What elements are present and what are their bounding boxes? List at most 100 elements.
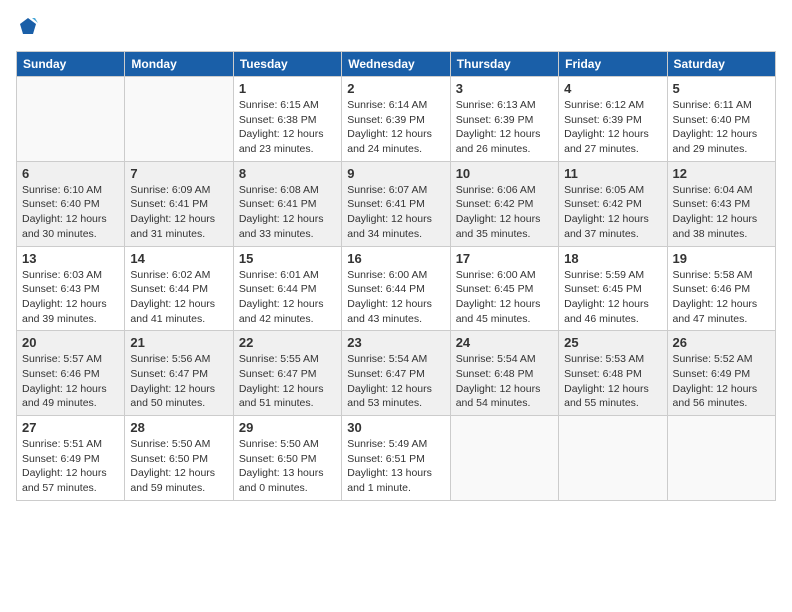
day-info: Sunrise: 6:10 AMSunset: 6:40 PMDaylight:… xyxy=(22,183,119,242)
logo-icon xyxy=(18,16,38,36)
day-info: Sunrise: 6:04 AMSunset: 6:43 PMDaylight:… xyxy=(673,183,770,242)
day-number: 2 xyxy=(347,81,444,96)
day-info: Sunrise: 5:59 AMSunset: 6:45 PMDaylight:… xyxy=(564,268,661,327)
weekday-header-wednesday: Wednesday xyxy=(342,52,450,77)
calendar-cell: 2 Sunrise: 6:14 AMSunset: 6:39 PMDaylight… xyxy=(342,77,450,162)
calendar-cell: 11 Sunrise: 6:05 AMSunset: 6:42 PMDayligh… xyxy=(559,161,667,246)
day-info: Sunrise: 6:02 AMSunset: 6:44 PMDaylight:… xyxy=(130,268,227,327)
calendar-week-row: 27 Sunrise: 5:51 AMSunset: 6:49 PMDayligh… xyxy=(17,416,776,501)
day-number: 18 xyxy=(564,251,661,266)
calendar-cell: 27 Sunrise: 5:51 AMSunset: 6:49 PMDayligh… xyxy=(17,416,125,501)
calendar-cell: 5Sunrise: 6:11 AMSunset: 6:40 PMDaylight… xyxy=(667,77,775,162)
calendar-cell: 21 Sunrise: 5:56 AMSunset: 6:47 PMDayligh… xyxy=(125,331,233,416)
calendar: SundayMondayTuesdayWednesdayThursdayFrid… xyxy=(16,51,776,501)
weekday-header-saturday: Saturday xyxy=(667,52,775,77)
day-number: 12 xyxy=(673,166,770,181)
day-number: 10 xyxy=(456,166,553,181)
day-info: Sunrise: 6:03 AMSunset: 6:43 PMDaylight:… xyxy=(22,268,119,327)
calendar-cell: 8 Sunrise: 6:08 AMSunset: 6:41 PMDaylight… xyxy=(233,161,341,246)
day-info: Sunrise: 5:53 AMSunset: 6:48 PMDaylight:… xyxy=(564,352,661,411)
calendar-cell: 20Sunrise: 5:57 AMSunset: 6:46 PMDayligh… xyxy=(17,331,125,416)
calendar-cell: 7 Sunrise: 6:09 AMSunset: 6:41 PMDaylight… xyxy=(125,161,233,246)
day-info: Sunrise: 6:09 AMSunset: 6:41 PMDaylight:… xyxy=(130,183,227,242)
day-number: 30 xyxy=(347,420,444,435)
day-number: 28 xyxy=(130,420,227,435)
day-info: Sunrise: 5:52 AMSunset: 6:49 PMDaylight:… xyxy=(673,352,770,411)
calendar-cell: 4 Sunrise: 6:12 AMSunset: 6:39 PMDaylight… xyxy=(559,77,667,162)
calendar-cell: 22 Sunrise: 5:55 AMSunset: 6:47 PMDayligh… xyxy=(233,331,341,416)
calendar-cell: 3Sunrise: 6:13 AMSunset: 6:39 PMDaylight… xyxy=(450,77,558,162)
day-number: 23 xyxy=(347,335,444,350)
calendar-cell: 30 Sunrise: 5:49 AMSunset: 6:51 PMDayligh… xyxy=(342,416,450,501)
calendar-week-row: 6 Sunrise: 6:10 AMSunset: 6:40 PMDaylight… xyxy=(17,161,776,246)
calendar-cell: 14 Sunrise: 6:02 AMSunset: 6:44 PMDayligh… xyxy=(125,246,233,331)
calendar-cell: 9Sunrise: 6:07 AMSunset: 6:41 PMDaylight… xyxy=(342,161,450,246)
calendar-cell xyxy=(125,77,233,162)
calendar-cell: 12 Sunrise: 6:04 AMSunset: 6:43 PMDayligh… xyxy=(667,161,775,246)
day-number: 15 xyxy=(239,251,336,266)
day-number: 29 xyxy=(239,420,336,435)
calendar-cell: 15 Sunrise: 6:01 AMSunset: 6:44 PMDayligh… xyxy=(233,246,341,331)
day-number: 11 xyxy=(564,166,661,181)
calendar-week-row: 20Sunrise: 5:57 AMSunset: 6:46 PMDayligh… xyxy=(17,331,776,416)
calendar-cell xyxy=(450,416,558,501)
day-number: 7 xyxy=(130,166,227,181)
calendar-cell: 26 Sunrise: 5:52 AMSunset: 6:49 PMDayligh… xyxy=(667,331,775,416)
weekday-header-monday: Monday xyxy=(125,52,233,77)
calendar-cell: 1 Sunrise: 6:15 AMSunset: 6:38 PMDaylight… xyxy=(233,77,341,162)
day-info: Sunrise: 5:58 AMSunset: 6:46 PMDaylight:… xyxy=(673,268,770,327)
weekday-header-friday: Friday xyxy=(559,52,667,77)
calendar-cell xyxy=(667,416,775,501)
day-info: Sunrise: 6:08 AMSunset: 6:41 PMDaylight:… xyxy=(239,183,336,242)
calendar-cell: 17Sunrise: 6:00 AMSunset: 6:45 PMDayligh… xyxy=(450,246,558,331)
day-info: Sunrise: 5:51 AMSunset: 6:49 PMDaylight:… xyxy=(22,437,119,496)
day-number: 4 xyxy=(564,81,661,96)
calendar-cell xyxy=(17,77,125,162)
calendar-week-row: 1 Sunrise: 6:15 AMSunset: 6:38 PMDaylight… xyxy=(17,77,776,162)
day-number: 22 xyxy=(239,335,336,350)
logo xyxy=(16,16,38,41)
calendar-cell: 6 Sunrise: 6:10 AMSunset: 6:40 PMDaylight… xyxy=(17,161,125,246)
calendar-cell: 13 Sunrise: 6:03 AMSunset: 6:43 PMDayligh… xyxy=(17,246,125,331)
day-info: Sunrise: 6:01 AMSunset: 6:44 PMDaylight:… xyxy=(239,268,336,327)
day-info: Sunrise: 5:49 AMSunset: 6:51 PMDaylight:… xyxy=(347,437,444,496)
calendar-week-row: 13 Sunrise: 6:03 AMSunset: 6:43 PMDayligh… xyxy=(17,246,776,331)
calendar-cell: 29 Sunrise: 5:50 AMSunset: 6:50 PMDayligh… xyxy=(233,416,341,501)
day-info: Sunrise: 6:05 AMSunset: 6:42 PMDaylight:… xyxy=(564,183,661,242)
day-number: 6 xyxy=(22,166,119,181)
day-number: 14 xyxy=(130,251,227,266)
day-info: Sunrise: 6:06 AMSunset: 6:42 PMDaylight:… xyxy=(456,183,553,242)
day-info: Sunrise: 5:55 AMSunset: 6:47 PMDaylight:… xyxy=(239,352,336,411)
day-number: 9 xyxy=(347,166,444,181)
day-info: Sunrise: 6:14 AMSunset: 6:39 PMDaylight:… xyxy=(347,98,444,157)
calendar-cell: 10 Sunrise: 6:06 AMSunset: 6:42 PMDayligh… xyxy=(450,161,558,246)
calendar-cell: 19 Sunrise: 5:58 AMSunset: 6:46 PMDayligh… xyxy=(667,246,775,331)
weekday-header-row: SundayMondayTuesdayWednesdayThursdayFrid… xyxy=(17,52,776,77)
weekday-header-sunday: Sunday xyxy=(17,52,125,77)
calendar-cell: 23Sunrise: 5:54 AMSunset: 6:47 PMDayligh… xyxy=(342,331,450,416)
day-number: 19 xyxy=(673,251,770,266)
day-info: Sunrise: 5:50 AMSunset: 6:50 PMDaylight:… xyxy=(239,437,336,496)
day-info: Sunrise: 6:12 AMSunset: 6:39 PMDaylight:… xyxy=(564,98,661,157)
day-info: Sunrise: 5:56 AMSunset: 6:47 PMDaylight:… xyxy=(130,352,227,411)
day-number: 8 xyxy=(239,166,336,181)
day-number: 1 xyxy=(239,81,336,96)
day-info: Sunrise: 5:50 AMSunset: 6:50 PMDaylight:… xyxy=(130,437,227,496)
day-number: 13 xyxy=(22,251,119,266)
calendar-cell: 28 Sunrise: 5:50 AMSunset: 6:50 PMDayligh… xyxy=(125,416,233,501)
day-number: 3 xyxy=(456,81,553,96)
day-number: 25 xyxy=(564,335,661,350)
day-info: Sunrise: 6:15 AMSunset: 6:38 PMDaylight:… xyxy=(239,98,336,157)
calendar-cell: 25 Sunrise: 5:53 AMSunset: 6:48 PMDayligh… xyxy=(559,331,667,416)
day-number: 24 xyxy=(456,335,553,350)
day-info: Sunrise: 6:11 AMSunset: 6:40 PMDaylight:… xyxy=(673,98,770,157)
day-number: 21 xyxy=(130,335,227,350)
day-number: 27 xyxy=(22,420,119,435)
header xyxy=(16,16,776,41)
day-info: Sunrise: 6:00 AMSunset: 6:44 PMDaylight:… xyxy=(347,268,444,327)
day-number: 17 xyxy=(456,251,553,266)
calendar-cell: 24Sunrise: 5:54 AMSunset: 6:48 PMDayligh… xyxy=(450,331,558,416)
day-number: 26 xyxy=(673,335,770,350)
calendar-cell: 16Sunrise: 6:00 AMSunset: 6:44 PMDayligh… xyxy=(342,246,450,331)
weekday-header-tuesday: Tuesday xyxy=(233,52,341,77)
